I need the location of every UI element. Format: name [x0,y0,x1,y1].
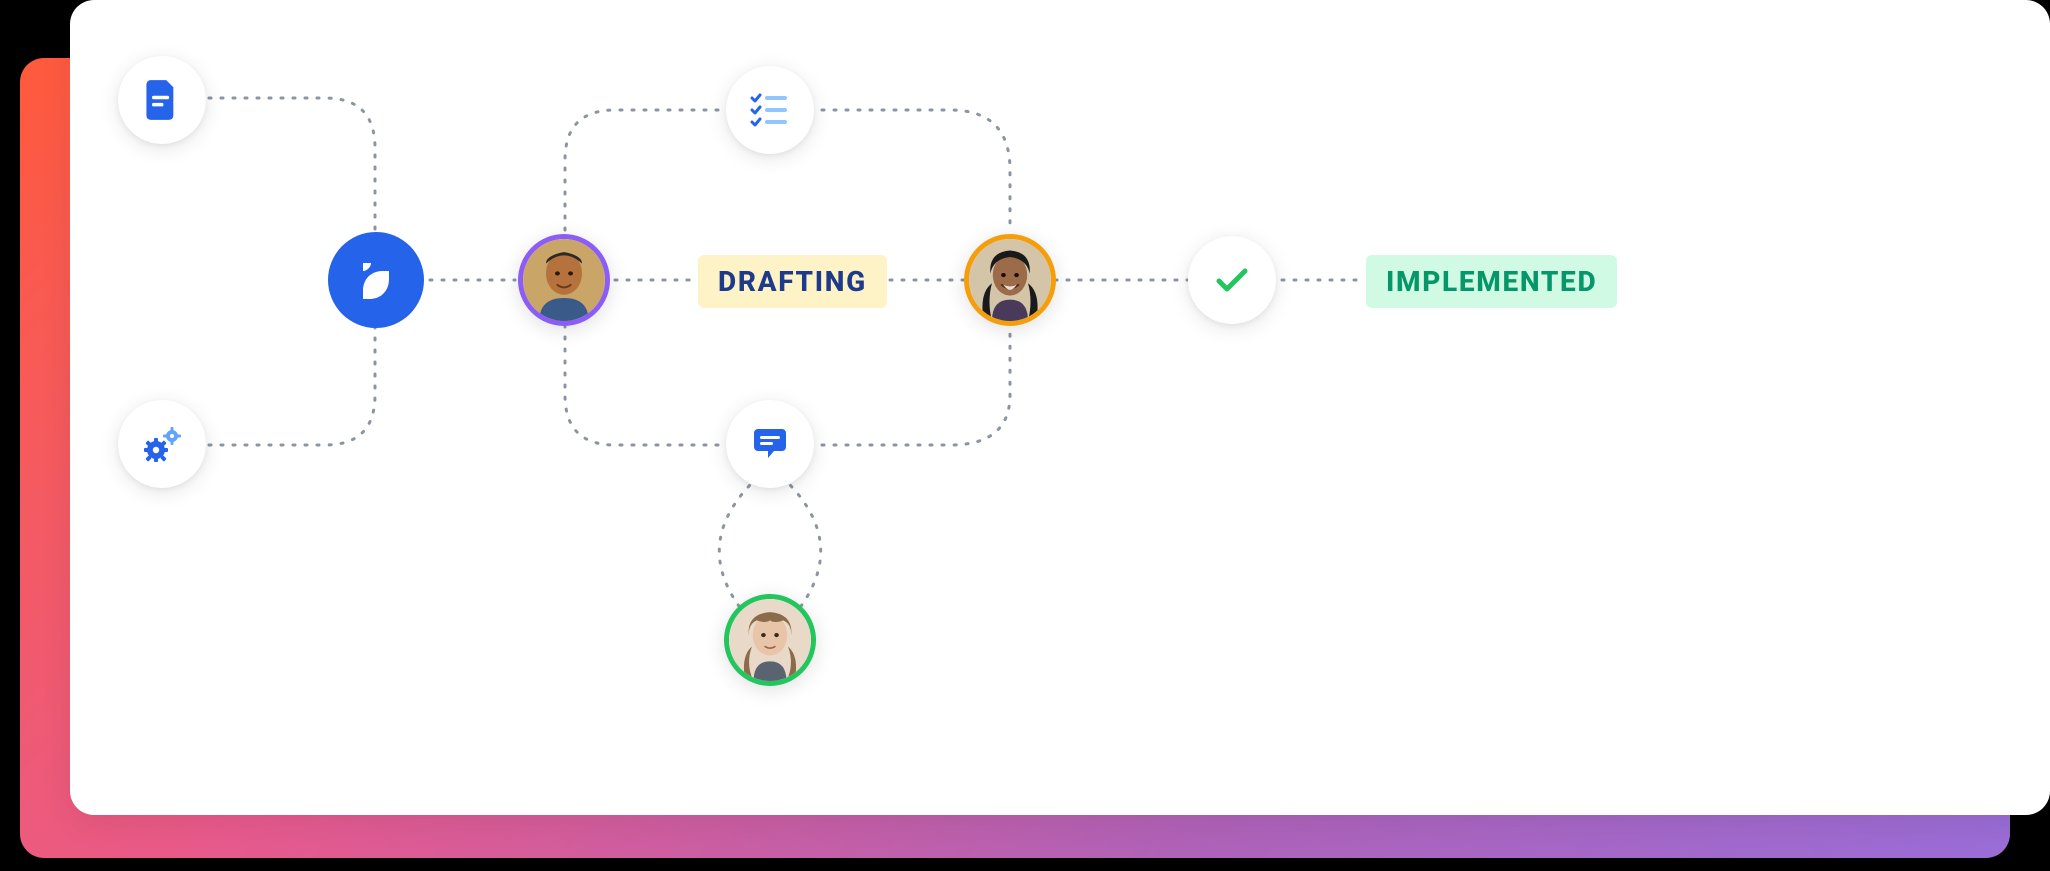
comment-icon [726,400,814,488]
checkmark-node [1188,236,1276,324]
diagram-canvas: DRAFTING [70,0,2050,815]
connector-lines [70,0,2050,815]
avatar-3-node [724,594,816,686]
drafting-label: DRAFTING [698,255,887,308]
checklist-icon [726,66,814,154]
checklist-node [726,66,814,154]
user-avatar-1 [518,234,610,326]
user-avatar-2 [964,234,1056,326]
avatar-1-node [518,234,610,326]
brand-node [328,232,424,328]
avatar-2-node [964,234,1056,326]
implemented-label: IMPLEMENTED [1366,255,1617,308]
status-drafting: DRAFTING [698,255,887,308]
status-implemented: IMPLEMENTED [1366,255,1617,308]
document-icon [118,56,206,144]
comment-node [726,400,814,488]
workflow-diagram-card: DRAFTING [70,0,2050,815]
user-avatar-3 [724,594,816,686]
checkmark-icon [1188,236,1276,324]
settings-node [118,400,206,488]
brand-logo-icon [328,232,424,328]
document-node [118,56,206,144]
gears-icon [118,400,206,488]
